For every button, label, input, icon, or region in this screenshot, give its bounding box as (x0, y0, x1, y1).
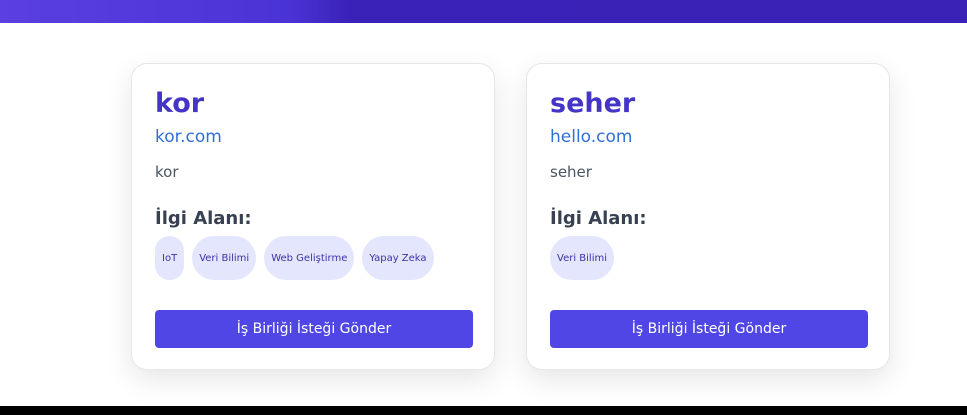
interest-tag-veri-bilimi: Veri Bilimi (192, 236, 257, 280)
profile-website-link[interactable]: kor.com (155, 126, 222, 148)
interest-tag-iot: IoT (155, 236, 185, 280)
profile-name: kor (155, 88, 205, 119)
profile-card-kor: kor kor.com kor İlgi Alanı: IoT Veri Bil… (131, 63, 495, 370)
interest-tag-yapay-zeka: Yapay Zeka (362, 236, 434, 280)
top-banner (0, 0, 967, 23)
interest-tag-web-gelistirme: Web Geliştirme (264, 236, 355, 280)
profile-description: kor (155, 163, 179, 181)
interest-tags: Veri Bilimi (550, 236, 614, 280)
bottom-bar (0, 406, 967, 415)
profile-description: seher (550, 163, 592, 181)
profile-name: seher (550, 88, 636, 119)
profile-card-seher: seher hello.com seher İlgi Alanı: Veri B… (526, 63, 890, 370)
interest-label: İlgi Alanı: (155, 208, 252, 229)
collaboration-request-button[interactable]: İş Birliği İsteği Gönder (155, 310, 473, 348)
interest-label: İlgi Alanı: (550, 208, 647, 229)
collaboration-request-button[interactable]: İş Birliği İsteği Gönder (550, 310, 868, 348)
interest-tag-veri-bilimi: Veri Bilimi (550, 236, 614, 280)
interest-tags: IoT Veri Bilimi Web Geliştirme Yapay Zek… (155, 236, 434, 280)
profile-website-link[interactable]: hello.com (550, 126, 633, 148)
